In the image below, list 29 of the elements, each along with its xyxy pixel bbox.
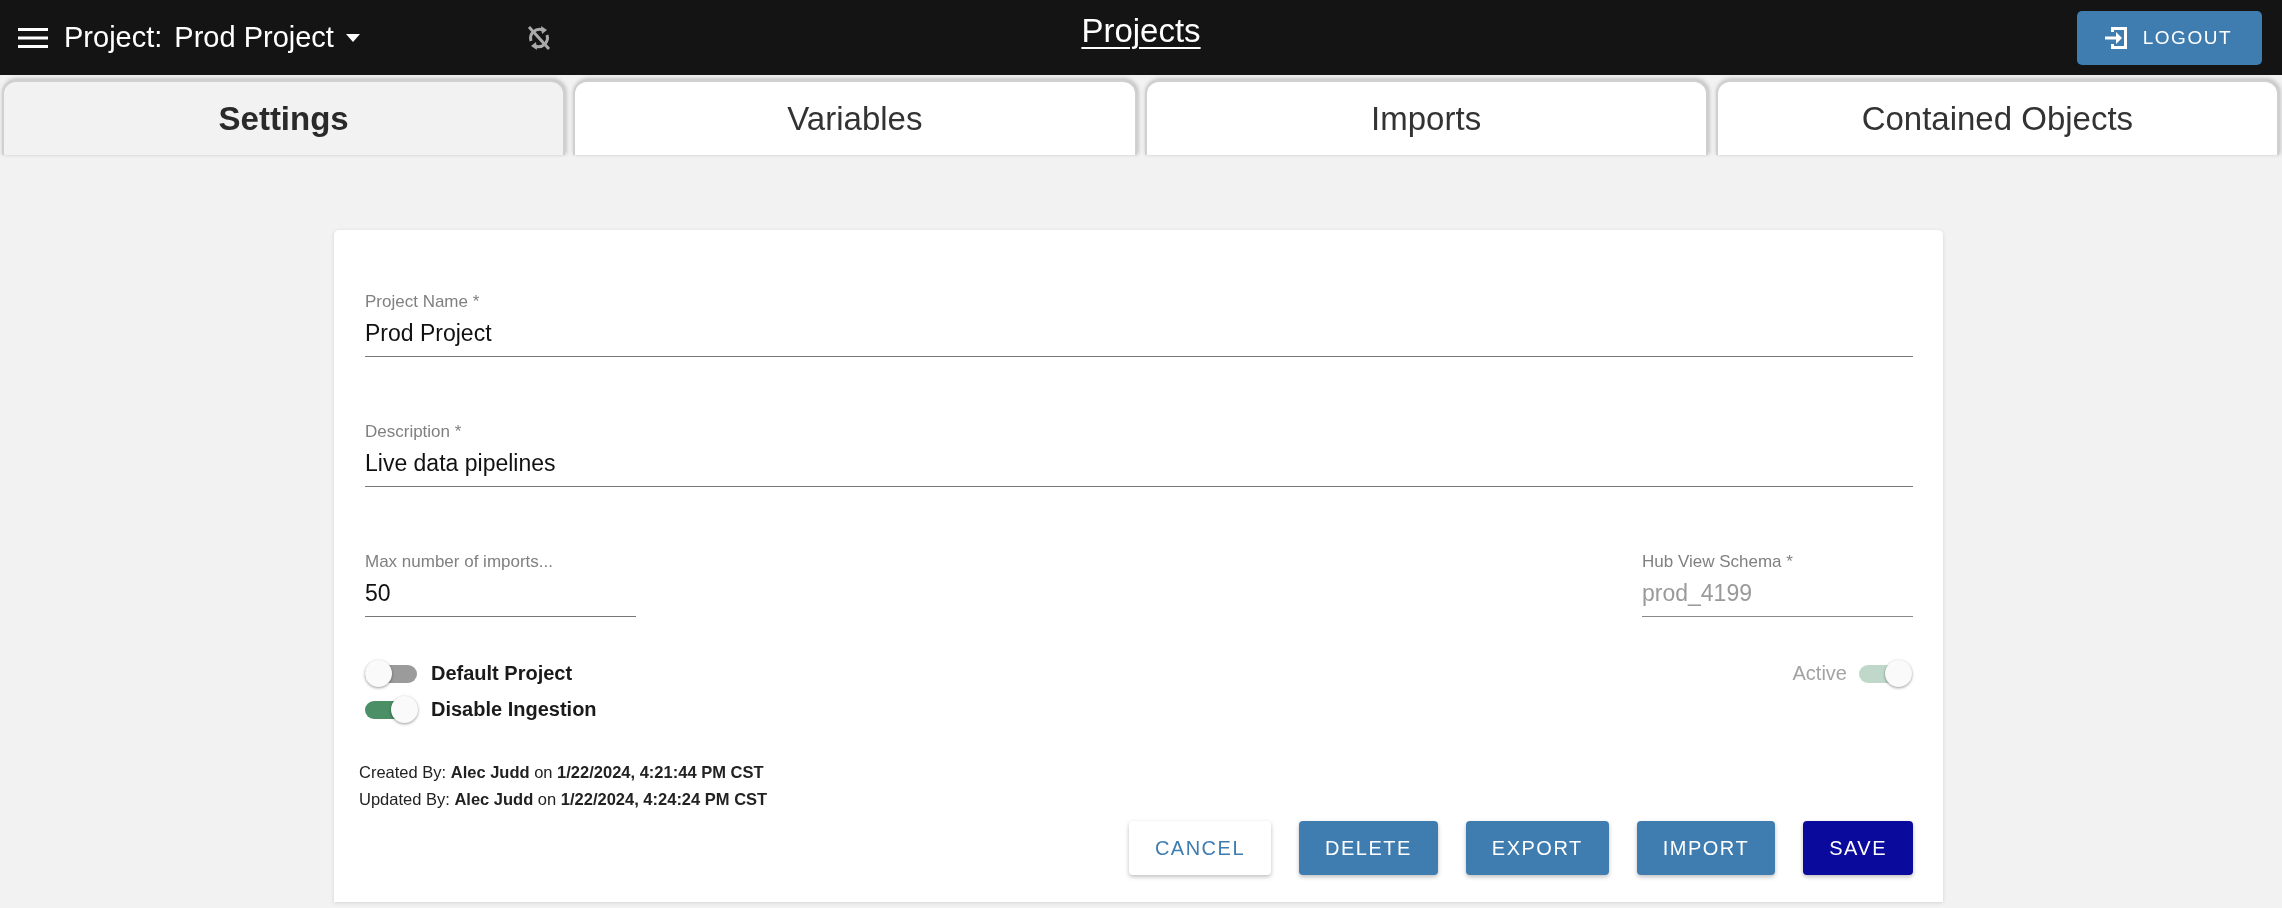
cancel-button[interactable]: CANCEL [1128,821,1271,875]
sync-off-icon[interactable] [525,23,552,52]
toggle-label: Default Project [431,661,573,685]
text-field[interactable]: Live data pipelines [365,450,1913,487]
tab[interactable]: Contained Objects [1715,80,2279,155]
tab[interactable]: Settings [2,80,566,155]
menu-icon[interactable] [18,26,48,49]
action-button[interactable]: EXPORT [1465,821,1609,875]
logout-button[interactable]: LOGOUT [2076,10,2262,65]
text-field[interactable]: Prod Project [365,320,1913,357]
text-field[interactable]: 50 [365,580,636,617]
toggle-switch[interactable] [365,659,419,687]
toggle-switch[interactable] [365,695,419,723]
action-button[interactable]: IMPORT [1636,821,1776,875]
audit-text: Updated By: Alec Judd on 1/22/2024, 4:24:24 PM CST [359,789,769,810]
toggle-label: Active [1792,661,1847,685]
toggle-label: Disable Ingestion [431,697,597,721]
action-button[interactable]: DELETE [1299,821,1438,875]
tab[interactable]: Variables [573,80,1137,155]
project-selector[interactable]: Project: Prod Project [64,21,360,54]
field-label: Hub View Schema * [1642,552,1794,572]
page-title-link[interactable]: Projects [1081,12,1201,50]
caret-icon [345,33,360,42]
tab[interactable]: Imports [1144,80,1708,155]
audit-text: Created By: Alec Judd on 1/22/2024, 4:21:44 PM CST [359,762,765,783]
field-label: Description * [365,422,463,442]
field-label: Project Name * [365,292,481,312]
save-button[interactable]: SAVE [1803,821,1913,875]
field-label: Max number of imports... [365,552,554,572]
